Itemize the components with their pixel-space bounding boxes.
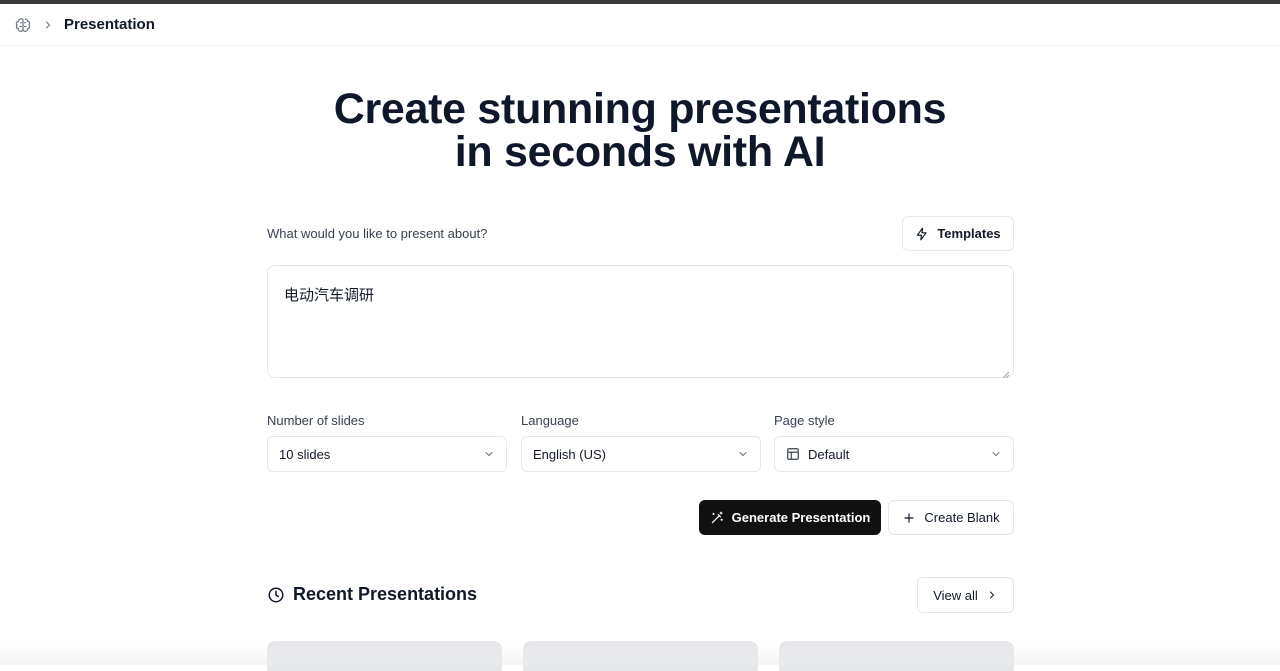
templates-button[interactable]: Templates xyxy=(902,216,1014,251)
page-title-line-1: Create stunning presentations xyxy=(333,85,947,133)
chevron-right-icon xyxy=(986,589,998,601)
chevron-right-icon xyxy=(42,19,54,31)
prompt-textarea[interactable]: 电动汽车调研 xyxy=(267,265,1014,379)
prompt-label: What would you like to present about? xyxy=(267,226,488,241)
breadcrumb-current: Presentation xyxy=(64,16,155,33)
recent-presentations-heading: Recent Presentations xyxy=(267,584,477,605)
brain-icon[interactable] xyxy=(14,16,32,34)
language-label: Language xyxy=(521,413,579,428)
slides-select[interactable]: 10 slides xyxy=(267,436,507,472)
recent-presentations-title: Recent Presentations xyxy=(293,584,478,604)
language-select-value: English (US) xyxy=(533,446,606,462)
templates-button-label: Templates xyxy=(937,226,1001,241)
chevron-down-icon xyxy=(737,448,749,460)
page-style-select-value: Default xyxy=(808,446,850,462)
create-blank-label: Create Blank xyxy=(924,510,1000,525)
language-select[interactable]: English (US) xyxy=(521,436,761,472)
generate-presentation-label: Generate Presentation xyxy=(731,510,871,525)
slides-label: Number of slides xyxy=(267,413,365,428)
slides-select-value: 10 slides xyxy=(279,446,331,462)
view-all-label: View all xyxy=(933,587,978,603)
page-title-line-2: in seconds with AI xyxy=(454,128,826,176)
plus-icon xyxy=(902,511,916,525)
create-blank-button[interactable]: Create Blank xyxy=(888,500,1014,535)
zap-icon xyxy=(915,227,929,241)
clock-icon xyxy=(267,586,285,604)
prompt-textarea-value: 电动汽车调研 xyxy=(284,287,375,304)
page-style-label: Page style xyxy=(774,413,835,428)
chevron-down-icon xyxy=(483,448,495,460)
layout-icon xyxy=(786,447,800,461)
top-header: Presentation xyxy=(0,4,1280,46)
chevron-down-icon xyxy=(990,448,1002,460)
view-all-button[interactable]: View all xyxy=(917,577,1014,613)
resize-handle-icon[interactable] xyxy=(1002,366,1010,379)
generate-presentation-button[interactable]: Generate Presentation xyxy=(699,500,881,535)
page-style-select[interactable]: Default xyxy=(774,436,1014,472)
bottom-shadow xyxy=(0,645,1280,665)
magic-wand-icon xyxy=(710,511,724,525)
page-title: Create stunning presentations in seconds… xyxy=(0,88,1280,174)
